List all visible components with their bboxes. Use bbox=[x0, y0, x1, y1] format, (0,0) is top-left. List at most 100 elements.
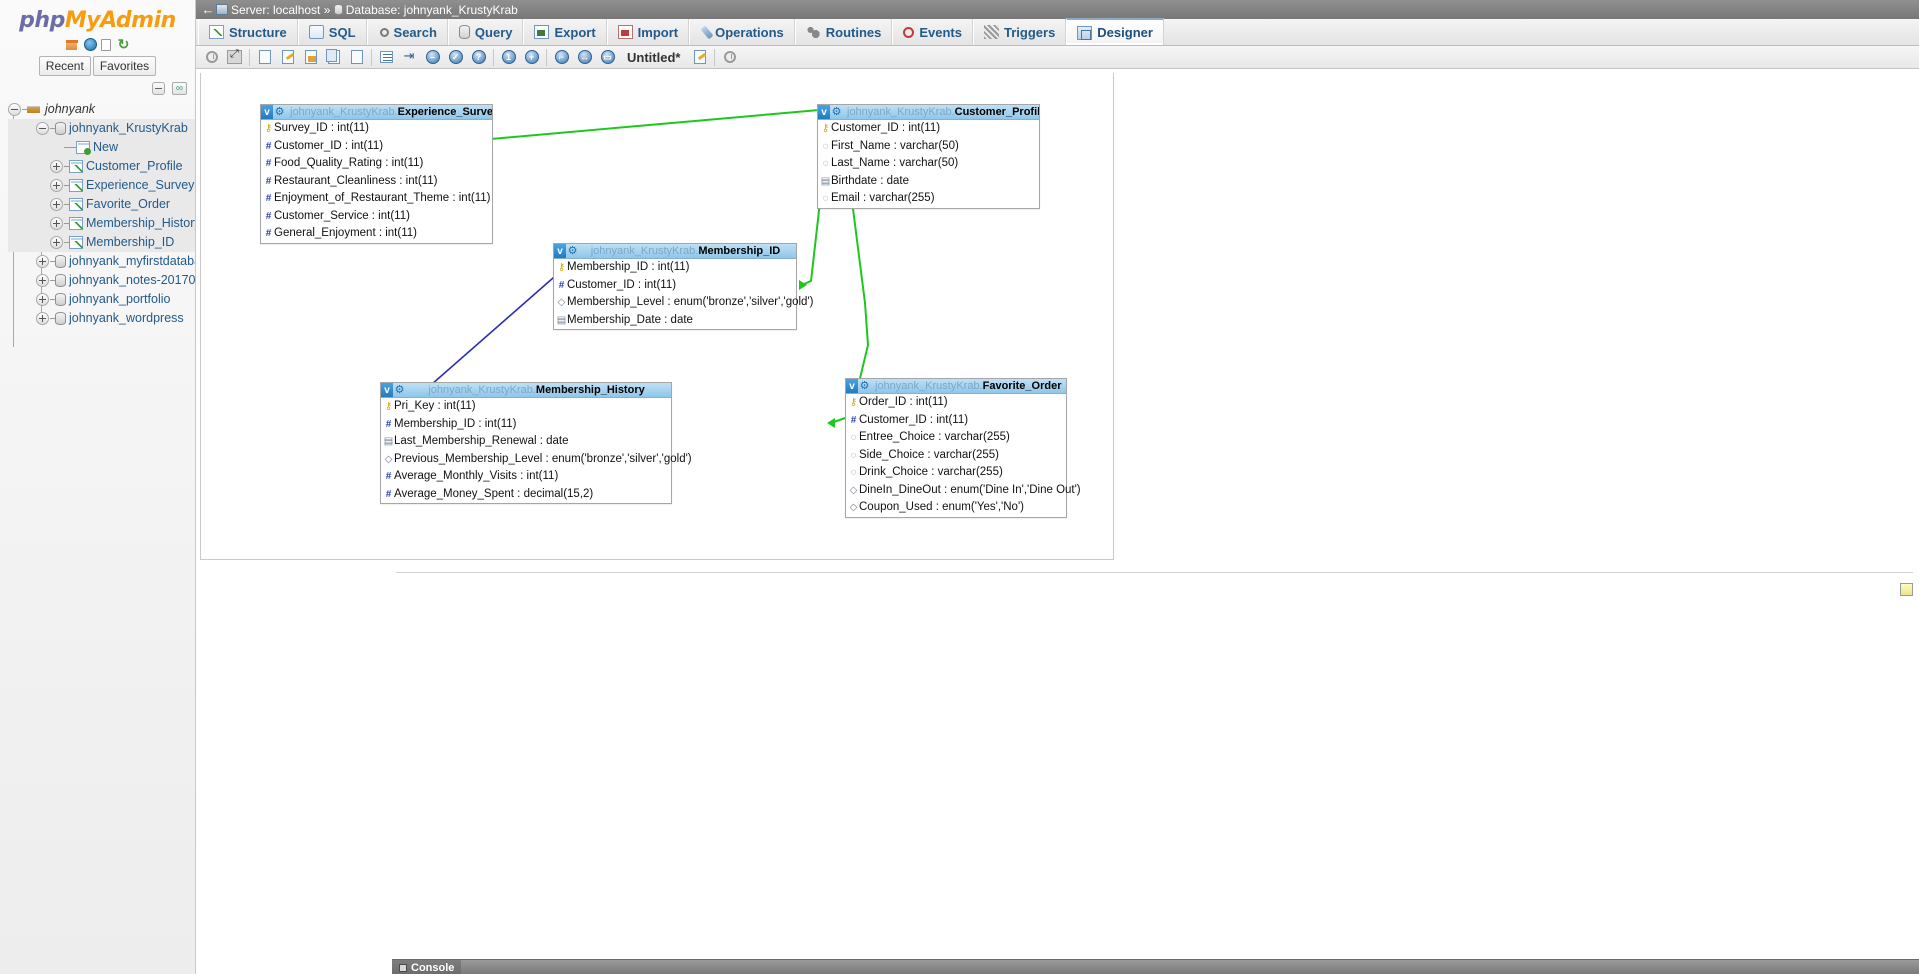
doc-icon[interactable] bbox=[101, 38, 111, 51]
display-field-button[interactable]: ✓ bbox=[445, 48, 466, 67]
tree-label-db[interactable]: johnyank_portfolio bbox=[69, 292, 170, 306]
zoom-in-button[interactable]: + bbox=[521, 48, 542, 67]
toggle-fullscreen-button[interactable] bbox=[224, 48, 245, 67]
tree-node-table-experience-survey[interactable]: Experience_Survey bbox=[8, 176, 195, 195]
info-button[interactable] bbox=[719, 48, 740, 67]
table-header[interactable]: v ⚙ johnyank_KrustyKrab.Customer_Profile bbox=[818, 105, 1039, 120]
table-header[interactable]: v ⚙ johnyank_KrustyKrab.Membership_ID bbox=[554, 244, 796, 259]
table-column-row[interactable]: ◌ Drink_Choice : varchar(255) bbox=[846, 464, 1066, 482]
tree-node-table-membership-history[interactable]: Membership_History bbox=[8, 214, 195, 233]
table-column-row[interactable]: # Restaurant_Cleanliness : int(11) bbox=[261, 173, 492, 191]
table-column-row[interactable]: # Customer_ID : int(11) bbox=[554, 277, 796, 295]
create-relation-button[interactable]: – bbox=[422, 48, 443, 67]
tree-expander-table[interactable] bbox=[50, 217, 63, 231]
tab-routines[interactable]: Routines bbox=[794, 19, 893, 45]
table-column-row[interactable]: ▤ Last_Membership_Renewal : date bbox=[381, 433, 671, 451]
table-column-row[interactable]: ⚷ Customer_ID : int(11) bbox=[818, 120, 1039, 138]
tab-recent[interactable]: Recent bbox=[38, 56, 91, 76]
tree-expander-table[interactable] bbox=[50, 236, 63, 250]
reload-page-button[interactable] bbox=[689, 48, 710, 67]
table-column-row[interactable]: ◇ Membership_Level : enum('bronze','silve… bbox=[554, 294, 814, 312]
table-column-row[interactable]: # Food_Quality_Rating : int(11) bbox=[261, 155, 492, 173]
tree-label-db[interactable]: johnyank_myfirstdatabase bbox=[69, 254, 195, 268]
designer-table-favorite-order[interactable]: v ⚙ johnyank_KrustyKrab.Favorite_Order ⚷… bbox=[845, 378, 1081, 518]
collapse-toggle-icon[interactable]: v bbox=[261, 105, 273, 119]
tree-expander-db[interactable] bbox=[36, 122, 49, 136]
table-column-row[interactable]: ▤ Membership_Date : date bbox=[554, 312, 796, 330]
tree-node-db-krustykrab[interactable]: johnyank_KrustyKrab bbox=[8, 119, 195, 138]
table-column-row[interactable]: # Enjoyment_of_Restaurant_Theme : int(11) bbox=[261, 190, 492, 208]
tree-label-table[interactable]: Membership_ID bbox=[86, 235, 174, 249]
tree-expander-db[interactable] bbox=[36, 255, 49, 269]
console-button[interactable]: Console bbox=[392, 960, 462, 974]
tree-label-db[interactable]: johnyank_wordpress bbox=[69, 311, 184, 325]
designer-table-customer-profile[interactable]: v ⚙ johnyank_KrustyKrab.Customer_Profile… bbox=[817, 104, 1040, 209]
home-icon[interactable] bbox=[63, 37, 80, 52]
collapse-toggle-icon[interactable]: v bbox=[381, 383, 393, 397]
collapse-toggle-icon[interactable]: v bbox=[818, 105, 830, 119]
table-column-row[interactable]: # Membership_ID : int(11) bbox=[381, 416, 671, 434]
back-button[interactable]: ← bbox=[200, 0, 216, 19]
tab-events[interactable]: Events bbox=[892, 19, 973, 45]
table-column-row[interactable]: # Customer_Service : int(11) bbox=[261, 208, 492, 226]
gear-icon[interactable]: ⚙ bbox=[830, 105, 843, 119]
tree-expander-server[interactable] bbox=[8, 103, 21, 117]
table-column-row[interactable]: ▤ Birthdate : date bbox=[818, 173, 1039, 191]
tree-label-db[interactable]: johnyank_notes-20170207 bbox=[69, 273, 195, 287]
tree-node-new[interactable]: New bbox=[8, 138, 195, 157]
table-header[interactable]: v ⚙ johnyank_KrustyKrab.Experience_Surve… bbox=[261, 105, 492, 120]
minimize-panel-button[interactable] bbox=[1900, 583, 1913, 596]
tree-label-db[interactable]: johnyank_KrustyKrab bbox=[69, 121, 188, 135]
table-column-row[interactable]: ◇ DineIn_DineOut : enum('Dine In','Dine O… bbox=[846, 482, 1081, 500]
table-column-row[interactable]: ⚷ Survey_ID : int(11) bbox=[261, 120, 492, 138]
tree-label-table[interactable]: Customer_Profile bbox=[86, 159, 183, 173]
table-header[interactable]: v ⚙ johnyank_KrustyKrab.Favorite_Order bbox=[846, 379, 1066, 394]
table-column-row[interactable]: ◇ Previous_Membership_Level : enum('bronz… bbox=[381, 451, 692, 469]
tree-expander-db[interactable] bbox=[36, 312, 49, 326]
designer-table-membership-history[interactable]: v ⚙ johnyank_KrustyKrab.Membership_Histo… bbox=[380, 382, 692, 504]
table-column-row[interactable]: ◇ Coupon_Used : enum('Yes','No') bbox=[846, 499, 1066, 517]
table-column-row[interactable]: # General_Enjoyment : int(11) bbox=[261, 225, 492, 243]
tab-import[interactable]: Import bbox=[606, 19, 690, 45]
tree-expander-table[interactable] bbox=[50, 160, 63, 174]
tab-export[interactable]: Export bbox=[523, 19, 607, 45]
table-column-row[interactable]: # Customer_ID : int(11) bbox=[846, 412, 1066, 430]
table-column-row[interactable]: ⚷ Order_ID : int(11) bbox=[846, 394, 1066, 412]
save-page-as-button[interactable] bbox=[323, 48, 344, 67]
unlink-panel-button[interactable] bbox=[172, 82, 187, 95]
table-column-row[interactable]: # Average_Money_Spent : decimal(15,2) bbox=[381, 486, 671, 504]
tab-operations[interactable]: Operations bbox=[689, 19, 795, 45]
designer-table-membership-id[interactable]: v ⚙ johnyank_KrustyKrab.Membership_ID ⚷ M… bbox=[553, 243, 814, 330]
table-column-row[interactable]: ◌ Side_Choice : varchar(255) bbox=[846, 447, 1066, 465]
tree-label-table[interactable]: Membership_History bbox=[86, 216, 195, 230]
gear-icon[interactable]: ⚙ bbox=[566, 244, 579, 258]
tree-node-server[interactable]: johnyank bbox=[8, 100, 195, 119]
tab-sql[interactable]: SQL bbox=[297, 19, 367, 45]
breadcrumb-database[interactable]: Database: johnyank_KrustyKrab bbox=[346, 3, 518, 17]
designer-canvas[interactable]: v ⚙ johnyank_KrustyKrab.Experience_Surve… bbox=[200, 73, 1114, 560]
table-header[interactable]: v ⚙ johnyank_KrustyKrab.Membership_Histo… bbox=[381, 383, 671, 398]
table-list-button[interactable] bbox=[376, 48, 397, 67]
tree-node-table-customer-profile[interactable]: Customer_Profile bbox=[8, 157, 195, 176]
collapse-all-button[interactable] bbox=[152, 82, 165, 95]
table-column-row[interactable]: # Customer_ID : int(11) bbox=[261, 138, 492, 156]
tree-expander-db[interactable] bbox=[36, 293, 49, 307]
tab-designer[interactable]: Designer bbox=[1066, 18, 1164, 45]
collapse-toggle-icon[interactable]: v bbox=[554, 244, 566, 258]
help-button[interactable]: ? bbox=[468, 48, 489, 67]
tab-favorites[interactable]: Favorites bbox=[92, 56, 157, 76]
table-column-row[interactable]: # Average_Monthly_Visits : int(11) bbox=[381, 468, 671, 486]
reload-icon[interactable]: ↻ bbox=[115, 37, 132, 52]
tree-expander-table[interactable] bbox=[50, 198, 63, 212]
table-column-row[interactable]: ◌ Last_Name : varchar(50) bbox=[818, 155, 1039, 173]
tree-node-db-notes[interactable]: johnyank_notes-20170207 bbox=[8, 271, 195, 290]
toggle-relation-lines-button[interactable] bbox=[201, 48, 222, 67]
tab-search[interactable]: Search bbox=[366, 19, 448, 45]
tree-node-db-portfolio[interactable]: johnyank_portfolio bbox=[8, 290, 195, 309]
tree-label-server[interactable]: johnyank bbox=[45, 102, 95, 116]
gear-icon[interactable]: ⚙ bbox=[273, 105, 286, 119]
designer-table-experience-survey[interactable]: v ⚙ johnyank_KrustyKrab.Experience_Surve… bbox=[260, 104, 493, 244]
open-page-button[interactable] bbox=[277, 48, 298, 67]
tree-expander-db[interactable] bbox=[36, 274, 49, 288]
table-column-row[interactable]: ◌ Entree_Choice : varchar(255) bbox=[846, 429, 1066, 447]
